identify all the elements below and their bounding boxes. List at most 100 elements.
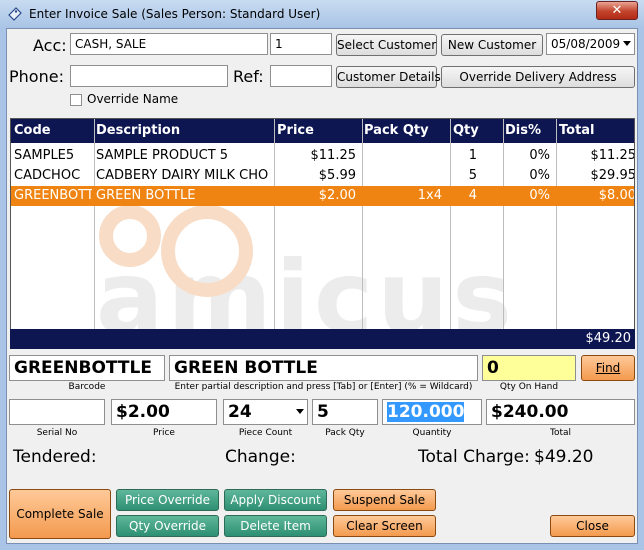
title-bar: Enter Invoice Sale (Sales Person: Standa… (0, 0, 644, 28)
clear-screen-label: Clear Screen (346, 519, 423, 533)
watermark-shape (99, 205, 161, 267)
cell-dis: 0% (529, 148, 550, 163)
cell-qty: 4 (468, 188, 477, 203)
price-override-label: Price Override (124, 493, 210, 507)
cell-dis: 0% (529, 168, 550, 183)
override-name-checkbox[interactable] (70, 94, 82, 106)
cell-description: CADBERY DAIRY MILK CHO (96, 168, 269, 183)
cell-total: $11.25 (590, 148, 635, 163)
quantity-value: 120.000 (387, 402, 465, 422)
ref-label: Ref: (233, 67, 264, 86)
chevron-down-icon (623, 41, 631, 46)
account-field[interactable]: CASH, SALE (70, 33, 268, 55)
table-row[interactable]: CADCHOC CADBERY DAIRY MILK CHO $5.99 5 0… (11, 166, 635, 186)
qty-on-hand-caption: Qty On Hand (499, 382, 559, 392)
override-name-label: Override Name (87, 92, 179, 106)
find-button[interactable]: Find (581, 355, 635, 381)
apply-discount-label: Apply Discount (230, 493, 321, 507)
acc-label: Acc: (33, 36, 67, 55)
cell-description: SAMPLE PRODUCT 5 (96, 148, 229, 163)
price-caption: Price (153, 428, 175, 438)
delete-item-button[interactable]: Delete Item (224, 515, 327, 537)
pack-qty-field[interactable]: 5 (312, 399, 378, 425)
price-field[interactable]: $2.00 (111, 399, 217, 425)
cell-price: $11.25 (310, 148, 357, 163)
new-customer-button[interactable]: New Customer (441, 34, 543, 56)
cell-dis: 0% (529, 188, 550, 203)
ref-field[interactable] (270, 65, 332, 87)
select-customer-label: Select Customer (337, 38, 437, 52)
col-qty[interactable]: Qty (453, 123, 479, 138)
cell-code: CADCHOC (14, 168, 81, 183)
date-picker[interactable]: 05/08/2009 (546, 33, 635, 55)
grand-total-bar: $49.20 (10, 329, 635, 349)
invoice-icon (8, 7, 22, 21)
qty-override-label: Qty Override (129, 519, 206, 533)
serial-caption: Serial No (36, 428, 78, 438)
client-area: Acc: CASH, SALE 1 Select Customer New Cu… (6, 28, 638, 544)
piece-count-select[interactable]: 24 (223, 399, 308, 425)
barcode-caption: Barcode (68, 382, 106, 392)
description-caption: Enter partial description and press [Tab… (174, 382, 473, 392)
clear-screen-button[interactable]: Clear Screen (333, 515, 436, 537)
cell-code: SAMPLE5 (14, 148, 75, 163)
change-label: Change: (225, 447, 296, 467)
phone-field[interactable] (70, 65, 228, 87)
window-title: Enter Invoice Sale (Sales Person: Standa… (29, 7, 321, 21)
total-caption: Total (549, 428, 572, 438)
qty-on-hand-field: 0 (482, 355, 576, 381)
new-customer-label: New Customer (447, 38, 537, 52)
find-label: Find (595, 361, 621, 375)
col-dis[interactable]: Dis% (505, 123, 541, 138)
close-icon: ✕ (611, 3, 623, 18)
select-customer-button[interactable]: Select Customer (336, 34, 437, 56)
cell-price: $5.99 (318, 168, 356, 183)
col-total[interactable]: Total (559, 123, 595, 138)
total-charge-label: Total Charge: (418, 447, 530, 467)
close-label: Close (576, 519, 609, 533)
quantity-field[interactable]: 120.000 (382, 399, 482, 425)
description-field[interactable]: GREEN BOTTLE (169, 355, 478, 381)
col-description[interactable]: Description (96, 123, 180, 138)
chevron-down-icon (296, 409, 304, 414)
col-pack-qty[interactable]: Pack Qty (364, 123, 429, 138)
override-delivery-address-button[interactable]: Override Delivery Address (441, 66, 635, 88)
total-charge-value: $49.20 (534, 447, 594, 467)
quantity-caption: Quantity (412, 428, 452, 438)
cell-total: $29.95 (590, 168, 635, 183)
table-row[interactable]: SAMPLE5 SAMPLE PRODUCT 5 $11.25 1 0% $11… (11, 146, 635, 166)
col-price[interactable]: Price (277, 123, 314, 138)
suspend-sale-button[interactable]: Suspend Sale (333, 489, 436, 511)
apply-discount-button[interactable]: Apply Discount (224, 489, 327, 511)
account-number-field[interactable]: 1 (270, 33, 332, 55)
customer-details-label: Customer Details (337, 70, 441, 84)
customer-details-button[interactable]: Customer Details (336, 66, 441, 88)
suspend-sale-label: Suspend Sale (343, 493, 426, 507)
cell-pack-qty: 1x4 (417, 188, 442, 203)
invoice-lines-grid: amicus Code Description Price Pack Qty Q… (10, 118, 635, 348)
delete-item-label: Delete Item (240, 519, 311, 533)
serial-no-field[interactable] (9, 399, 105, 425)
watermark-shape (161, 205, 253, 297)
piece-count-caption: Piece Count (238, 428, 293, 438)
price-override-button[interactable]: Price Override (116, 489, 219, 511)
col-code[interactable]: Code (14, 123, 51, 138)
barcode-field[interactable]: GREENBOTTLE (9, 355, 165, 381)
grid-header: Code Description Price Pack Qty Qty Dis%… (11, 119, 634, 143)
window-close-button[interactable]: ✕ (596, 1, 638, 20)
date-value: 05/08/2009 (551, 37, 621, 51)
tendered-label: Tendered: (13, 447, 97, 467)
close-button[interactable]: Close (550, 515, 635, 537)
grand-total: $49.20 (585, 331, 632, 346)
table-row-selected[interactable]: GREENBOTT GREEN BOTTLE $2.00 1x4 4 0% $8… (11, 186, 634, 206)
cell-qty: 1 (468, 148, 477, 163)
phone-label: Phone: (9, 67, 64, 86)
complete-sale-label: Complete Sale (16, 507, 104, 521)
qty-override-button[interactable]: Qty Override (116, 515, 219, 537)
piece-count-value: 24 (228, 402, 252, 422)
cell-description: GREEN BOTTLE (96, 188, 196, 203)
pack-qty-caption: Pack Qty (325, 428, 365, 438)
invoice-sale-window: Enter Invoice Sale (Sales Person: Standa… (0, 0, 644, 550)
cell-code: GREENBOTT (14, 188, 92, 203)
complete-sale-button[interactable]: Complete Sale (9, 489, 111, 539)
